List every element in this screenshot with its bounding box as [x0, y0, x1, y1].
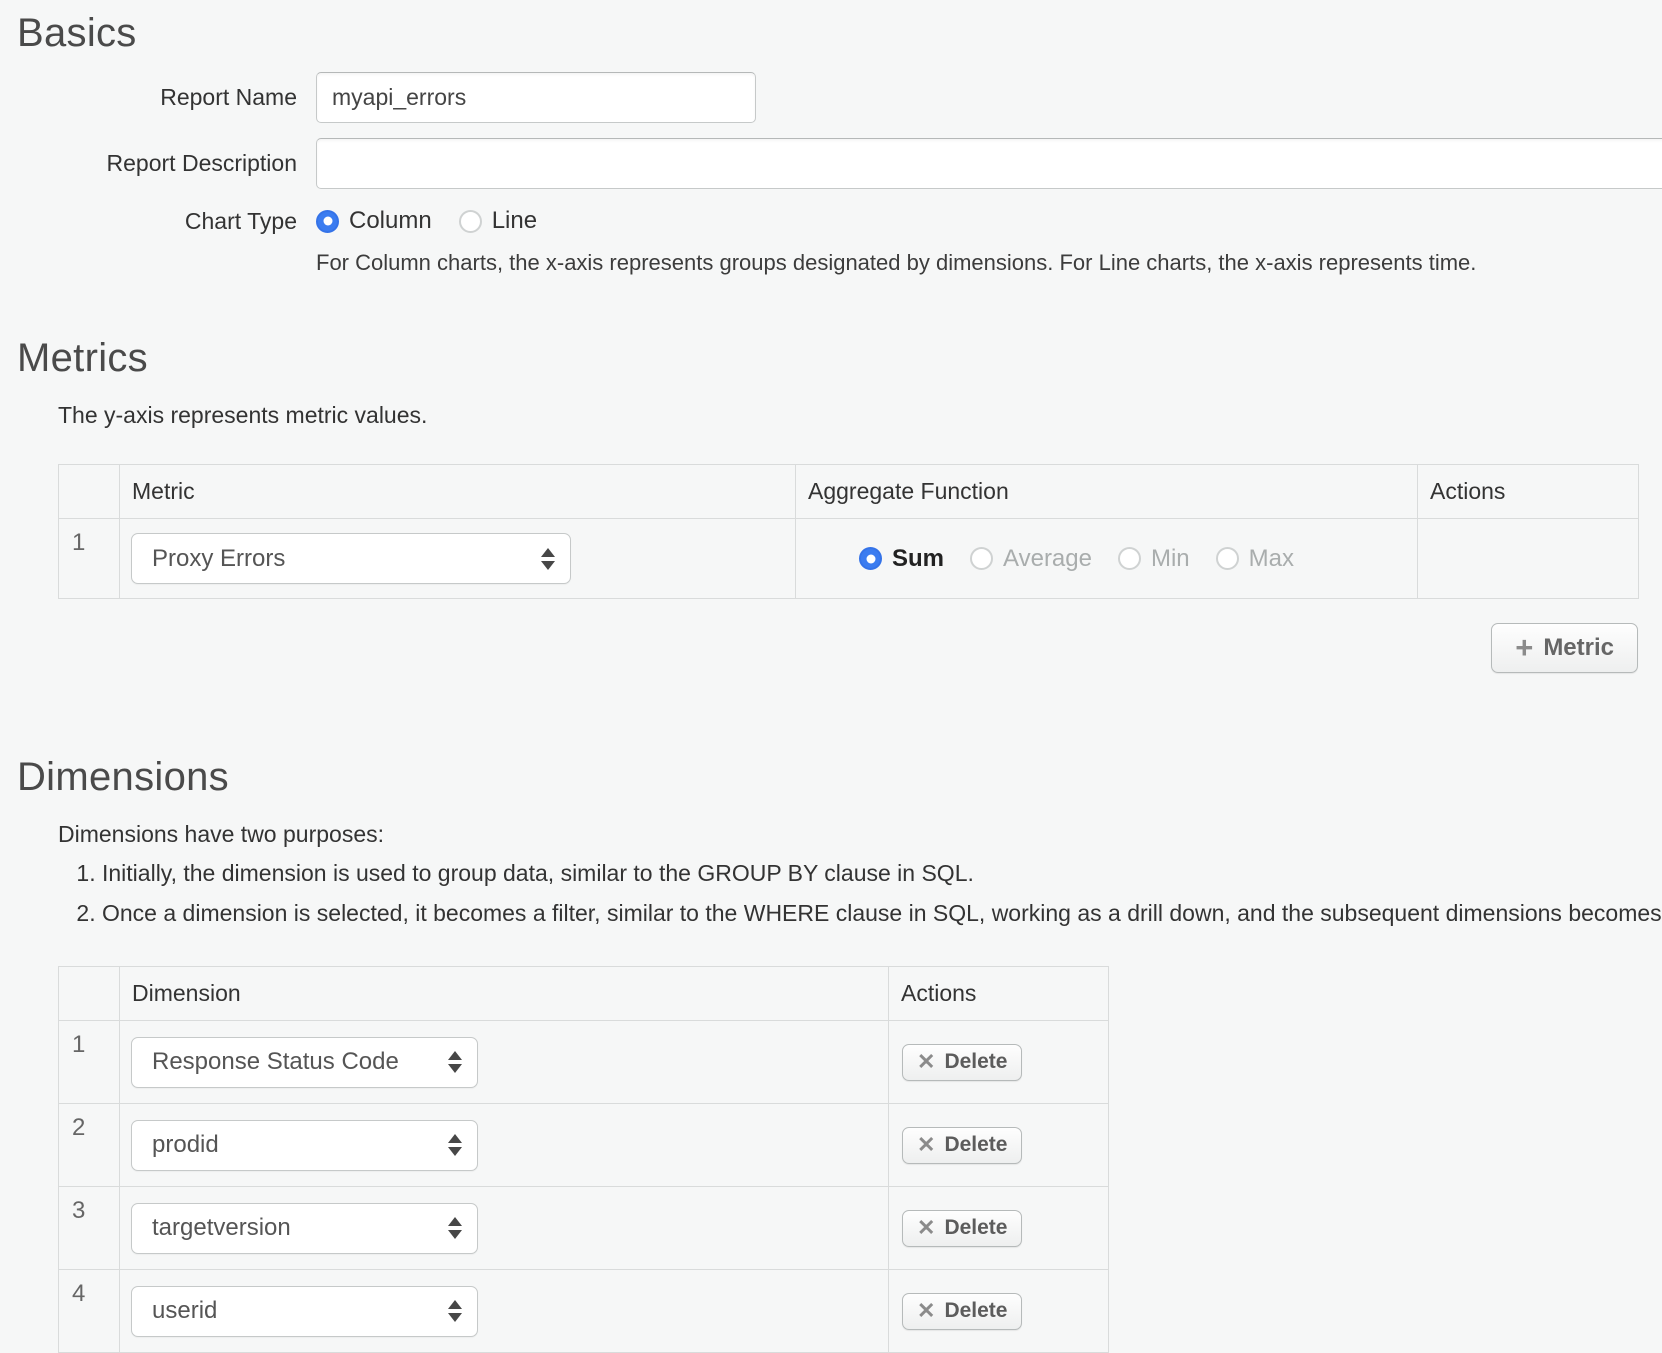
chart-type-line-radio[interactable]: [459, 210, 482, 233]
metrics-heading: Metrics: [17, 333, 1662, 383]
report-name-label: Report Name: [0, 84, 297, 111]
metrics-table: Metric Aggregate Function Actions 1 Prox…: [58, 464, 1639, 599]
metrics-header-metric: Metric: [120, 465, 796, 519]
add-metric-button-label: Metric: [1543, 634, 1614, 662]
delete-button-label: Delete: [944, 1050, 1007, 1074]
report-description-row: Report Description: [0, 138, 1662, 189]
aggregate-max-label: Max: [1249, 545, 1294, 573]
dimension-row: 2 prodid ✕ Delete: [59, 1104, 1109, 1187]
dimension-row: 4 userid ✕ Delete: [59, 1270, 1109, 1353]
select-spinner-icon: [541, 548, 555, 570]
x-icon: ✕: [917, 1049, 935, 1075]
metrics-header-aggregate: Aggregate Function: [796, 465, 1418, 519]
select-spinner-icon: [448, 1217, 462, 1239]
dimension-select[interactable]: userid: [131, 1286, 478, 1337]
dimension-select-value: userid: [152, 1297, 438, 1325]
metric-select-value: Proxy Errors: [152, 545, 531, 573]
delete-button-label: Delete: [944, 1216, 1007, 1240]
aggregate-sum-radio[interactable]: [859, 547, 882, 570]
metrics-description: The y-axis represents metric values.: [58, 402, 1662, 429]
metric-actions-cell: [1418, 519, 1639, 599]
delete-dimension-button[interactable]: ✕ Delete: [902, 1293, 1022, 1330]
aggregate-average-radio[interactable]: [970, 547, 993, 570]
dimensions-table: Dimension Actions 1 Response Status Code: [58, 966, 1109, 1353]
report-builder-page: Basics Report Name Report Description Ch…: [0, 0, 1662, 1353]
report-description-label: Report Description: [0, 150, 297, 177]
delete-button-label: Delete: [944, 1133, 1007, 1157]
delete-dimension-button[interactable]: ✕ Delete: [902, 1044, 1022, 1081]
delete-button-label: Delete: [944, 1299, 1007, 1323]
chart-type-column-label: Column: [349, 207, 432, 235]
plus-icon: +: [1515, 634, 1533, 662]
chart-type-column-radio[interactable]: [316, 210, 339, 233]
aggregate-min-radio[interactable]: [1118, 547, 1141, 570]
aggregate-max-radio[interactable]: [1216, 547, 1239, 570]
dimensions-header-dimension: Dimension: [120, 967, 889, 1021]
chart-type-line-label: Line: [492, 207, 537, 235]
dimension-select[interactable]: targetversion: [131, 1203, 478, 1254]
add-metric-button[interactable]: + Metric: [1491, 623, 1638, 673]
dimensions-header-actions: Actions: [889, 967, 1109, 1021]
dimension-row-number: 4: [59, 1270, 120, 1353]
report-description-input[interactable]: [316, 138, 1662, 189]
chart-type-label: Chart Type: [0, 208, 297, 235]
report-name-row: Report Name: [0, 72, 1662, 123]
select-spinner-icon: [448, 1051, 462, 1073]
x-icon: ✕: [917, 1132, 935, 1158]
dimension-select-value: Response Status Code: [152, 1048, 438, 1076]
dimensions-header-num: [59, 967, 120, 1021]
dimension-select[interactable]: prodid: [131, 1120, 478, 1171]
dimension-purpose-item: Initially, the dimension is used to grou…: [102, 860, 1662, 887]
dimension-row: 3 targetversion ✕ Delete: [59, 1187, 1109, 1270]
dimension-purpose-item: Once a dimension is selected, it becomes…: [102, 900, 1662, 927]
dimensions-description: Dimensions have two purposes:: [58, 821, 1662, 848]
x-icon: ✕: [917, 1215, 935, 1241]
dimension-row-number: 2: [59, 1104, 120, 1187]
chart-type-row: Chart Type Column Line: [0, 207, 1662, 235]
dimension-row: 1 Response Status Code ✕ Delete: [59, 1021, 1109, 1104]
metrics-header-actions: Actions: [1418, 465, 1639, 519]
delete-dimension-button[interactable]: ✕ Delete: [902, 1127, 1022, 1164]
dimension-row-number: 1: [59, 1021, 120, 1104]
metric-select[interactable]: Proxy Errors: [131, 533, 571, 584]
aggregate-sum-label: Sum: [892, 545, 944, 573]
metric-row: 1 Proxy Errors Sum Average: [59, 519, 1639, 599]
select-spinner-icon: [448, 1300, 462, 1322]
aggregate-average-label: Average: [1003, 545, 1092, 573]
report-name-input[interactable]: [316, 72, 756, 123]
aggregate-function-group: Sum Average Min Max: [796, 545, 1417, 573]
dimensions-header-row: Dimension Actions: [59, 967, 1109, 1021]
select-spinner-icon: [448, 1134, 462, 1156]
dimension-purpose-list: Initially, the dimension is used to grou…: [58, 860, 1662, 927]
metric-row-number: 1: [59, 519, 120, 599]
x-icon: ✕: [917, 1298, 935, 1324]
dimension-select[interactable]: Response Status Code: [131, 1037, 478, 1088]
dimension-row-number: 3: [59, 1187, 120, 1270]
chart-type-help-text: For Column charts, the x-axis represents…: [316, 250, 1662, 276]
dimensions-heading: Dimensions: [17, 752, 1662, 802]
metrics-header-num: [59, 465, 120, 519]
basics-heading: Basics: [17, 8, 1662, 58]
aggregate-min-label: Min: [1151, 545, 1190, 573]
delete-dimension-button[interactable]: ✕ Delete: [902, 1210, 1022, 1247]
metrics-header-row: Metric Aggregate Function Actions: [59, 465, 1639, 519]
dimension-select-value: prodid: [152, 1131, 438, 1159]
dimension-select-value: targetversion: [152, 1214, 438, 1242]
